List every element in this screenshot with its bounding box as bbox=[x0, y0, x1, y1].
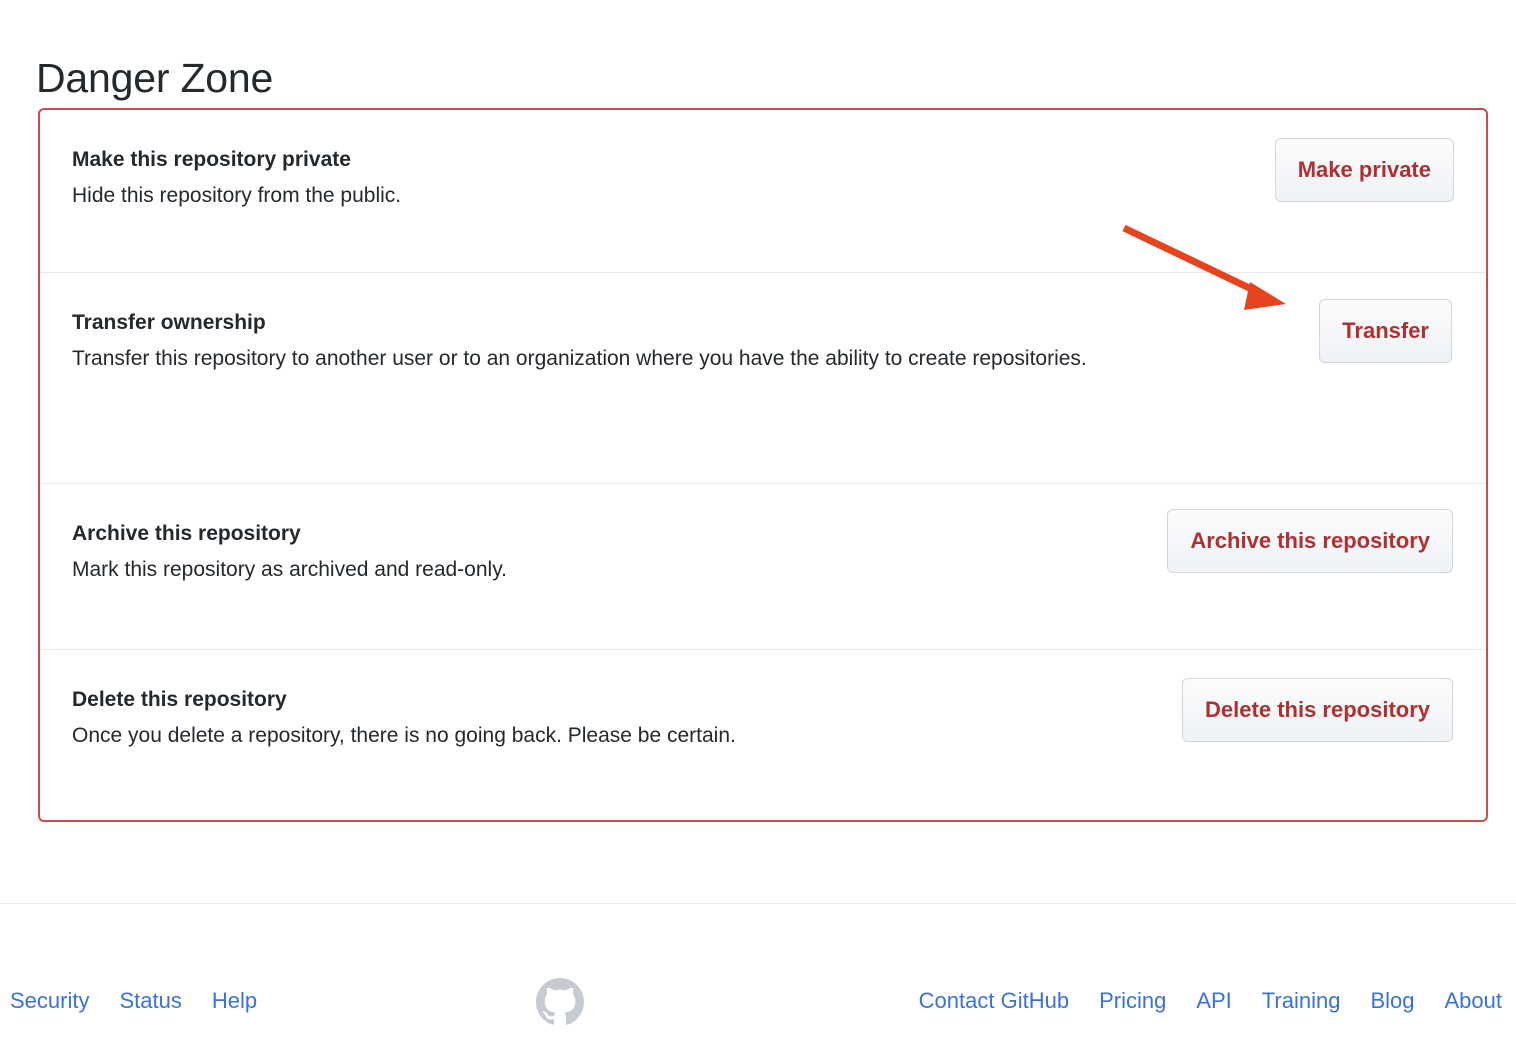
danger-zone-box: Make this repository private Hide this r… bbox=[38, 108, 1488, 822]
danger-zone-row-make-private: Make this repository private Hide this r… bbox=[40, 110, 1486, 272]
footer-left-links: Security Status Help bbox=[10, 990, 257, 1012]
footer-link-contact-github[interactable]: Contact GitHub bbox=[919, 990, 1069, 1012]
row-text-make-private: Make this repository private Hide this r… bbox=[72, 146, 401, 211]
footer-link-blog[interactable]: Blog bbox=[1370, 990, 1414, 1012]
page-title: Danger Zone bbox=[36, 55, 274, 102]
row-description-archive-repository: Mark this repository as archived and rea… bbox=[72, 558, 507, 582]
footer-link-pricing[interactable]: Pricing bbox=[1099, 990, 1166, 1012]
make-private-button[interactable]: Make private bbox=[1274, 138, 1454, 202]
archive-repository-button[interactable]: Archive this repository bbox=[1167, 509, 1453, 573]
page-footer: Security Status Help Contact GitHub Pric… bbox=[0, 904, 1516, 1056]
footer-link-training[interactable]: Training bbox=[1262, 990, 1341, 1012]
danger-zone-row-transfer-ownership: Transfer ownership Transfer this reposit… bbox=[40, 272, 1486, 483]
row-title-transfer-ownership: Transfer ownership bbox=[72, 311, 266, 334]
footer-link-security[interactable]: Security bbox=[10, 990, 89, 1012]
row-title-make-private: Make this repository private bbox=[72, 148, 351, 171]
row-text-transfer-ownership: Transfer ownership Transfer this reposit… bbox=[72, 309, 1087, 374]
row-title-archive-repository: Archive this repository bbox=[72, 522, 301, 545]
row-text-delete-repository: Delete this repository Once you delete a… bbox=[72, 686, 736, 751]
footer-link-help[interactable]: Help bbox=[212, 990, 257, 1012]
delete-repository-button[interactable]: Delete this repository bbox=[1182, 678, 1453, 742]
footer-link-about[interactable]: About bbox=[1445, 990, 1503, 1012]
danger-zone-row-delete-repository: Delete this repository Once you delete a… bbox=[40, 649, 1486, 820]
row-title-delete-repository: Delete this repository bbox=[72, 688, 287, 711]
footer-right-links: Contact GitHub Pricing API Training Blog… bbox=[919, 990, 1502, 1012]
footer-link-status[interactable]: Status bbox=[119, 990, 181, 1012]
danger-zone-row-archive-repository: Archive this repository Mark this reposi… bbox=[40, 483, 1486, 649]
footer-link-api[interactable]: API bbox=[1196, 990, 1231, 1012]
row-text-archive-repository: Archive this repository Mark this reposi… bbox=[72, 520, 507, 585]
row-description-transfer-ownership: Transfer this repository to another user… bbox=[72, 347, 1087, 371]
row-description-delete-repository: Once you delete a repository, there is n… bbox=[72, 724, 736, 748]
row-description-make-private: Hide this repository from the public. bbox=[72, 184, 402, 208]
transfer-button[interactable]: Transfer bbox=[1319, 299, 1452, 363]
